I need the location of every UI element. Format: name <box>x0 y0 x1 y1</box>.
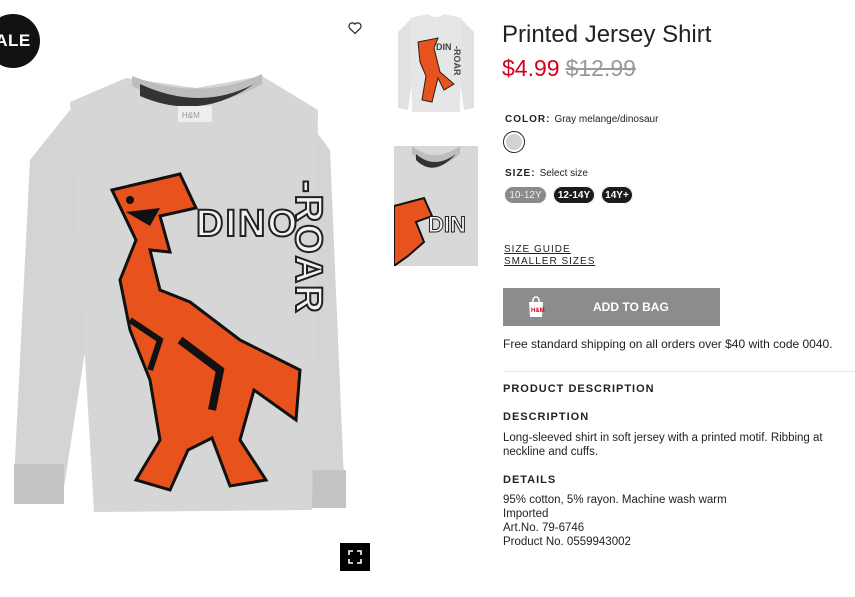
size-guide-link[interactable]: SIZE GUIDE <box>504 244 571 255</box>
color-value: Gray melange/dinosaur <box>554 114 659 125</box>
product-title: Printed Jersey Shirt <box>502 21 712 48</box>
detail-material: 95% cotton, 5% rayon. Machine wash warm <box>503 494 727 506</box>
detail-product-no: Product No. 0559943002 <box>503 536 631 548</box>
size-option-10-12y[interactable]: 10-12Y <box>504 186 547 204</box>
print-text-dino: DINO <box>196 203 299 245</box>
detail-origin: Imported <box>503 508 549 520</box>
thumbnail-detail[interactable]: DIN <box>394 146 478 266</box>
description-heading: DESCRIPTION <box>503 411 590 423</box>
details-list: 95% cotton, 5% rayon. Machine wash warm … <box>503 493 727 549</box>
description-text: Long-sleeved shirt in soft jersey with a… <box>503 432 823 458</box>
details-heading: DETAILS <box>503 474 557 486</box>
color-label: COLOR: <box>505 114 551 125</box>
shopping-bag-icon: H&M <box>529 296 545 317</box>
svg-text:H&M: H&M <box>531 308 545 314</box>
add-to-bag-button[interactable]: H&M ADD TO BAG <box>503 288 720 326</box>
main-product-image[interactable]: H&M DINO -ROAR <box>0 40 380 520</box>
thumbnail-front[interactable]: DIN -ROAR <box>394 12 478 116</box>
size-option-14y-plus[interactable]: 14Y+ <box>601 186 633 204</box>
size-row: SIZE: Select size <box>505 168 588 179</box>
sale-price: $4.99 <box>502 55 560 81</box>
size-value: Select size <box>539 168 588 179</box>
add-to-bag-label: ADD TO BAG <box>593 300 669 314</box>
brand-tag-text: H&M <box>182 111 200 120</box>
smaller-sizes-link[interactable]: SMALLER SIZES <box>504 256 595 267</box>
shipping-note: Free standard shipping on all orders ove… <box>503 337 833 351</box>
heart-icon[interactable] <box>347 20 363 36</box>
price-row: $4.99 $12.99 <box>502 55 636 82</box>
original-price: $12.99 <box>565 55 636 81</box>
size-label: SIZE: <box>505 168 536 179</box>
product-description-heading[interactable]: PRODUCT DESCRIPTION <box>503 383 655 395</box>
divider <box>503 371 855 372</box>
color-row: COLOR: Gray melange/dinosaur <box>505 114 658 125</box>
expand-icon <box>348 550 362 564</box>
fullscreen-button[interactable] <box>340 543 370 571</box>
svg-text:DIN: DIN <box>436 42 452 52</box>
svg-text:-ROAR: -ROAR <box>452 46 462 76</box>
color-swatch[interactable] <box>503 131 525 153</box>
detail-art-no: Art.No. 79-6746 <box>503 522 585 534</box>
size-option-12-14y[interactable]: 12-14Y <box>553 186 595 204</box>
print-text-roar: -ROAR <box>287 180 329 315</box>
svg-text:DIN: DIN <box>428 212 466 237</box>
